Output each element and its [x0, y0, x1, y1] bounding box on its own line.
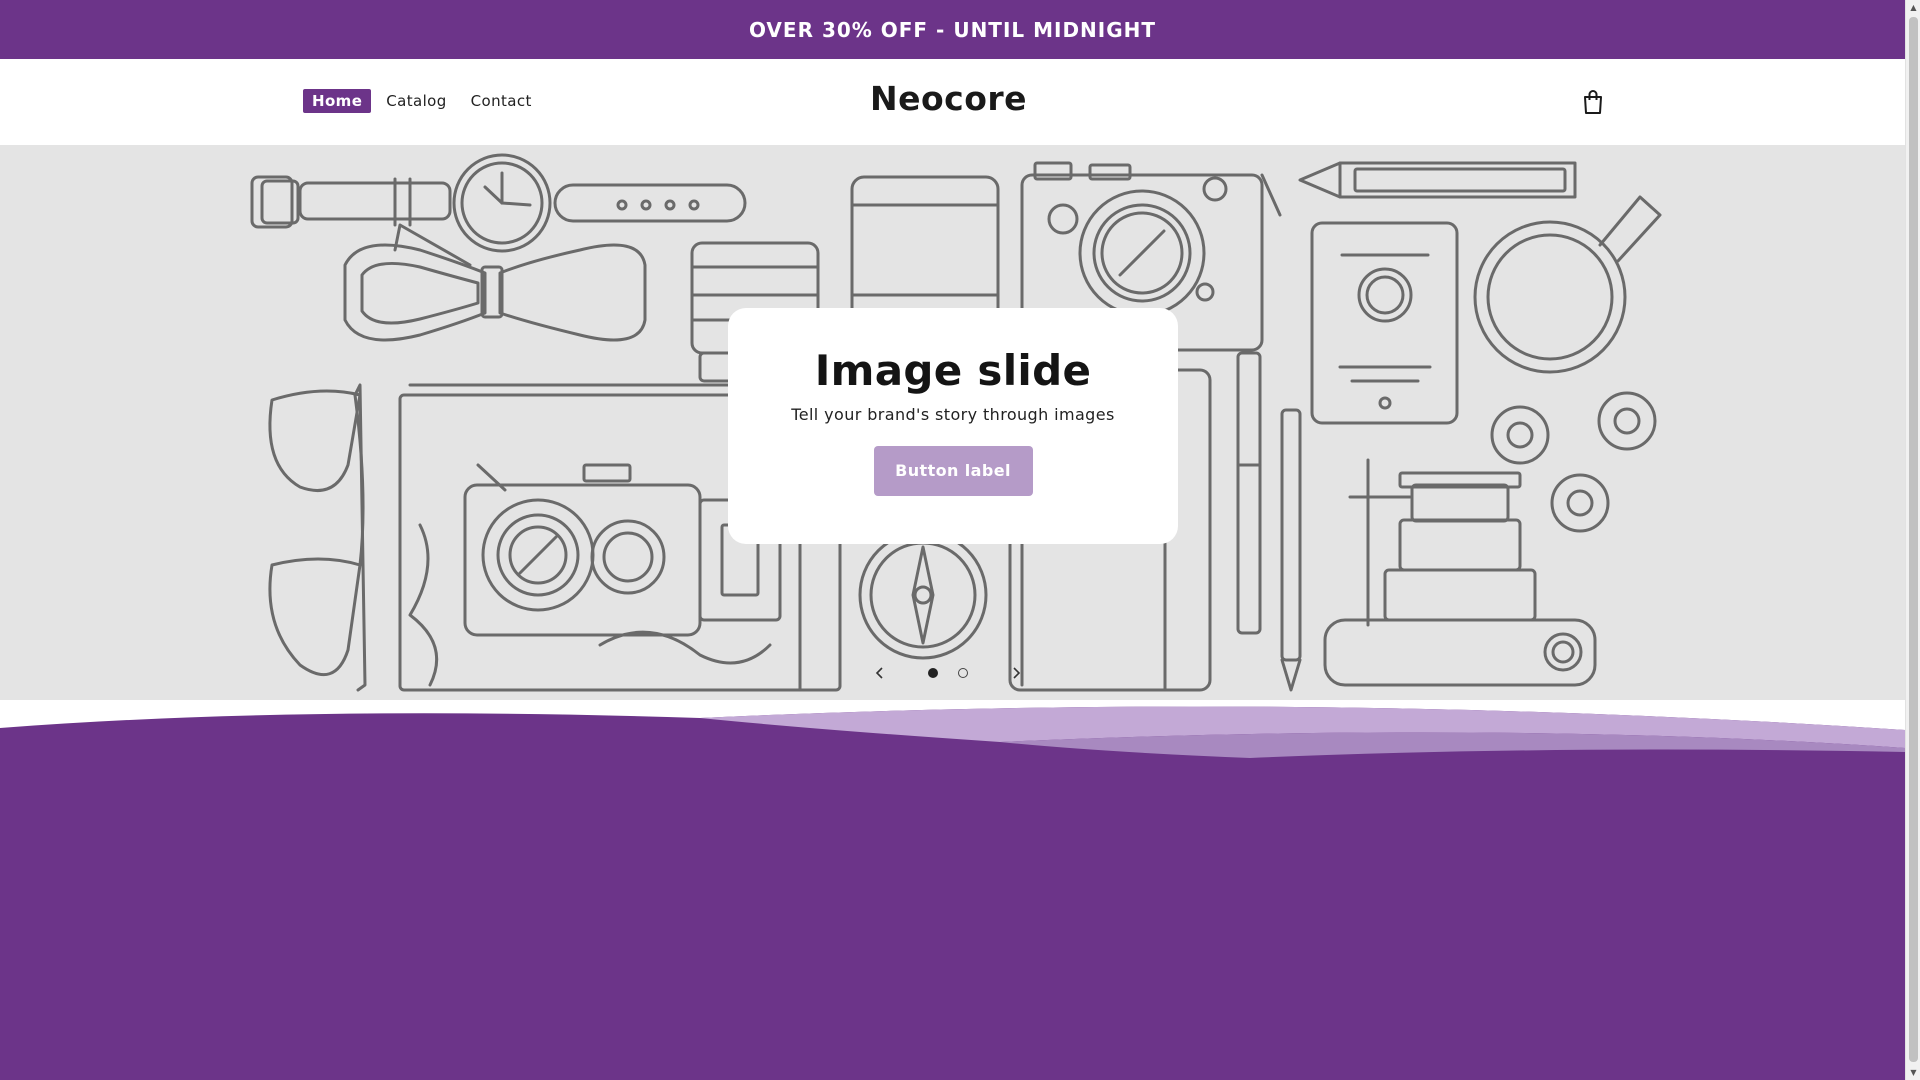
scrollbar-thumb[interactable] — [1909, 17, 1918, 1062]
slide-subtitle: Tell your brand's story through images — [791, 405, 1115, 424]
passport-illustration — [1310, 221, 1459, 425]
slide-dot-2[interactable] — [958, 668, 968, 678]
chevron-right-icon[interactable] — [1006, 663, 1026, 683]
announcement-bar: OVER 30% OFF - UNTIL MIDNIGHT — [0, 0, 1905, 59]
hero-slideshow: Image slide Tell your brand's story thro… — [0, 145, 1905, 705]
shopping-bag-icon[interactable] — [1580, 88, 1606, 116]
scroll-up-arrow-icon[interactable]: ▲ — [1906, 0, 1920, 15]
tape-rolls-illustration — [1490, 391, 1657, 533]
slide-title: Image slide — [814, 346, 1092, 395]
scroll-down-arrow-icon[interactable]: ▼ — [1906, 1065, 1920, 1080]
pencil-illustration — [1298, 161, 1577, 199]
slider-controls — [870, 663, 1030, 683]
slide-cta-button[interactable]: Button label — [873, 446, 1033, 496]
chevron-left-icon[interactable] — [870, 663, 890, 683]
page: OVER 30% OFF - UNTIL MIDNIGHT Home Catal… — [0, 0, 1905, 1080]
compass-illustration — [858, 530, 988, 660]
magnifier-illustration — [1473, 195, 1662, 374]
sunglasses-illustration — [268, 383, 367, 692]
watch-illustration — [250, 153, 747, 253]
pen-illustration — [1236, 351, 1302, 692]
brand-logo[interactable]: Neocore — [0, 79, 1897, 118]
slide-dot-1[interactable] — [928, 668, 938, 678]
announcement-text: OVER 30% OFF - UNTIL MIDNIGHT — [748, 17, 1157, 42]
site-header: Home Catalog Contact Neocore — [0, 59, 1905, 145]
wave-divider — [0, 700, 1905, 760]
vertical-scrollbar[interactable]: ▲ ▼ — [1905, 0, 1920, 1080]
slide-content-card: Image slide Tell your brand's story thro… — [728, 308, 1178, 544]
